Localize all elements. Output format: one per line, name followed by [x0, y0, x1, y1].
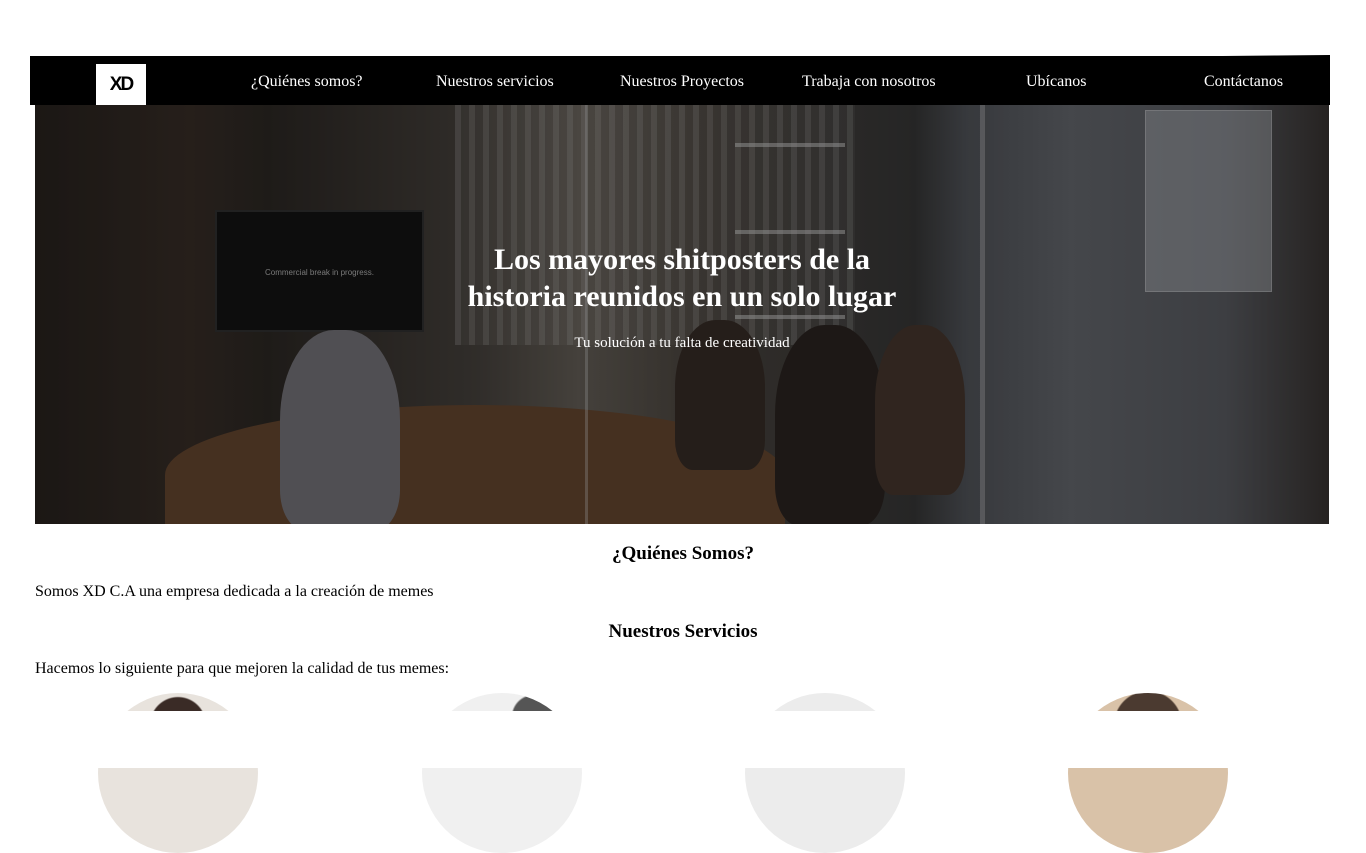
- services-text: Hacemos lo siguiente para que mejoren la…: [35, 660, 450, 677]
- nav-item-proyectos[interactable]: Nuestros Proyectos: [620, 72, 744, 92]
- nav-item-trabaja[interactable]: Trabaja con nosotros: [802, 72, 936, 92]
- hero-banner: Commercial break in progress. Los mayore…: [35, 105, 1329, 524]
- hero-title-line: Los mayores shitposters de la: [493, 243, 871, 276]
- page-bottom-blank: [0, 711, 1366, 768]
- about-text: Somos XD C.A una empresa dedicada a la c…: [35, 583, 434, 600]
- services-heading: Nuestros Servicios: [608, 621, 758, 642]
- nav-item-servicios[interactable]: Nuestros servicios: [436, 72, 554, 92]
- nav-item-ubicanos[interactable]: Ubícanos: [1026, 72, 1086, 92]
- logo[interactable]: XD: [96, 64, 146, 105]
- hero-subtitle: Tu solución a tu falta de creatividad: [574, 335, 790, 351]
- nav-item-contactanos[interactable]: Contáctanos: [1204, 72, 1283, 92]
- about-heading: ¿Quiénes Somos?: [612, 543, 754, 564]
- nav-item-quienes-somos[interactable]: ¿Quiénes somos?: [251, 72, 363, 92]
- hero-title-line: historia reunidos en un solo lugar: [467, 280, 897, 313]
- hero-title: Los mayores shitposters de la historia r…: [35, 241, 1329, 315]
